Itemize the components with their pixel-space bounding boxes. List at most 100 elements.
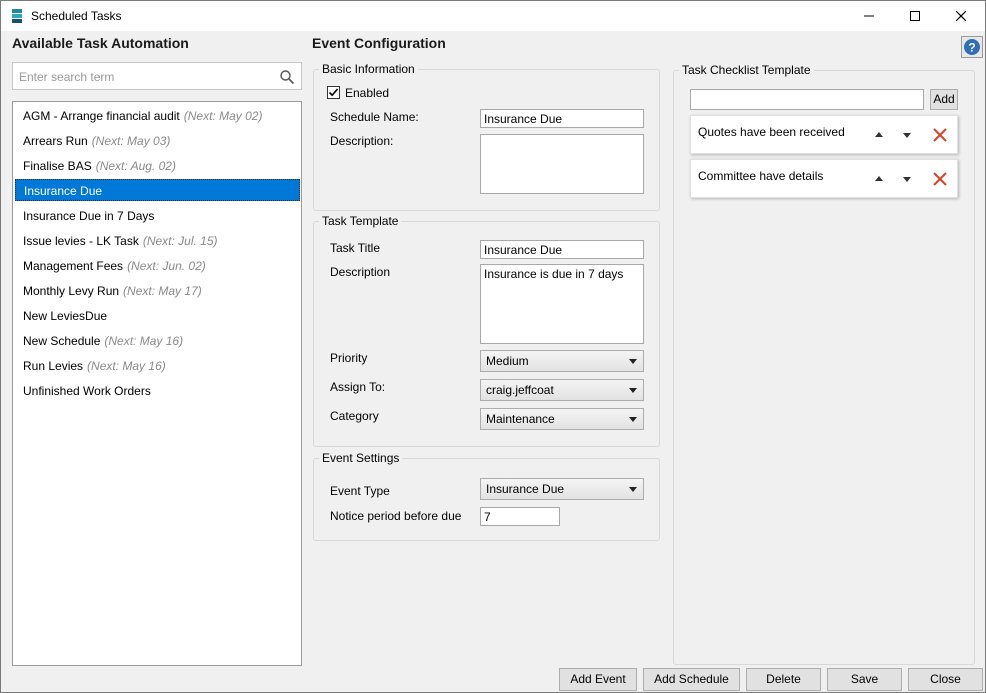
assign-to-value: craig.jeffcoat xyxy=(486,383,554,397)
checklist-item: Committee have details xyxy=(690,159,958,198)
priority-label: Priority xyxy=(330,351,368,365)
priority-select[interactable]: Medium xyxy=(480,350,644,372)
task-template-legend: Task Template xyxy=(319,214,402,228)
checkmark-icon xyxy=(328,88,339,97)
enabled-checkbox[interactable] xyxy=(327,86,340,99)
close-button[interactable]: Close xyxy=(908,668,983,691)
list-item[interactable]: Run Levies (Next: May 16) xyxy=(15,355,300,377)
task-name: AGM - Arrange financial audit xyxy=(23,109,180,123)
list-item[interactable]: Finalise BAS (Next: Aug. 02) xyxy=(15,155,300,177)
task-next-date: (Next: Jul. 15) xyxy=(142,234,218,248)
task-next-date: (Next: May 17) xyxy=(123,284,202,298)
help-icon: ? xyxy=(964,39,980,55)
task-title-label: Task Title xyxy=(330,241,381,255)
task-template-group: Task Template Task Title Insurance Due D… xyxy=(313,214,660,447)
assign-to-label: Assign To: xyxy=(330,380,386,394)
task-name: New LeviesDue xyxy=(23,309,108,323)
chevron-down-icon xyxy=(629,417,637,422)
list-item-selected[interactable]: Insurance Due xyxy=(15,179,300,201)
move-up-icon[interactable] xyxy=(874,175,884,183)
schedule-name-label: Schedule Name: xyxy=(330,110,419,124)
notice-period-field[interactable]: 7 xyxy=(480,507,560,526)
close-window-button[interactable] xyxy=(938,1,984,31)
task-name: Insurance Due in 7 Days xyxy=(23,209,155,223)
list-item[interactable]: Issue levies - LK Task (Next: Jul. 15) xyxy=(15,230,300,252)
search-input[interactable] xyxy=(17,68,272,86)
list-item[interactable]: Arrears Run (Next: May 03) xyxy=(15,130,300,152)
delete-button[interactable]: Delete xyxy=(746,668,821,691)
category-label: Category xyxy=(330,409,379,423)
task-name: Monthly Levy Run xyxy=(23,284,120,298)
checklist-template-legend: Task Checklist Template xyxy=(679,63,814,77)
maximize-icon xyxy=(910,11,920,21)
task-description-field[interactable]: Insurance is due in 7 days xyxy=(480,264,644,344)
basic-information-group: Basic Information Enabled Schedule Name:… xyxy=(313,62,660,211)
category-select[interactable]: Maintenance xyxy=(480,408,644,430)
description-field[interactable] xyxy=(480,134,644,194)
task-next-date: (Next: May 02) xyxy=(183,109,263,123)
task-name: Insurance Due xyxy=(24,184,103,198)
available-tasks-heading: Available Task Automation xyxy=(12,35,189,51)
event-type-label: Event Type xyxy=(330,484,390,498)
task-next-date: (Next: May 16) xyxy=(87,359,166,373)
priority-value: Medium xyxy=(486,354,529,368)
task-name: Unfinished Work Orders xyxy=(23,384,151,398)
minimize-button[interactable] xyxy=(846,1,892,31)
task-list: AGM - Arrange financial audit (Next: May … xyxy=(12,101,302,666)
task-description-label: Description xyxy=(330,265,391,279)
notice-period-label: Notice period before due xyxy=(330,509,462,523)
description-label: Description: xyxy=(330,134,394,148)
category-value: Maintenance xyxy=(486,412,555,426)
checklist-item-input[interactable] xyxy=(690,89,924,110)
task-name: New Schedule xyxy=(23,334,101,348)
event-settings-group: Event Settings Event Type Insurance Due … xyxy=(313,451,660,541)
help-button[interactable]: ? xyxy=(961,36,983,58)
window-title: Scheduled Tasks xyxy=(31,9,122,23)
enabled-label: Enabled xyxy=(345,86,390,100)
event-settings-legend: Event Settings xyxy=(319,451,403,465)
list-item[interactable]: Monthly Levy Run (Next: May 17) xyxy=(15,280,300,302)
assign-to-select[interactable]: craig.jeffcoat xyxy=(480,379,644,401)
scheduled-tasks-window: Scheduled Tasks Available Task Automatio… xyxy=(0,0,986,693)
search-box xyxy=(12,62,302,90)
list-item[interactable]: Unfinished Work Orders xyxy=(15,380,300,402)
task-title-field[interactable]: Insurance Due xyxy=(480,240,644,259)
task-name: Arrears Run xyxy=(23,134,88,148)
close-icon xyxy=(956,11,966,21)
checklist-item: Quotes have been received xyxy=(690,115,958,154)
save-button[interactable]: Save xyxy=(827,668,902,691)
move-down-icon[interactable] xyxy=(902,175,912,183)
task-next-date: (Next: Jun. 02) xyxy=(127,259,206,273)
delete-icon[interactable] xyxy=(932,127,948,143)
task-name: Management Fees xyxy=(23,259,124,273)
event-configuration-heading: Event Configuration xyxy=(312,35,446,51)
add-event-button[interactable]: Add Event xyxy=(559,668,637,691)
task-name: Issue levies - LK Task xyxy=(23,234,139,248)
task-next-date: (Next: May 03) xyxy=(91,134,171,148)
minimize-icon xyxy=(864,15,874,17)
schedule-name-field[interactable]: Insurance Due xyxy=(480,109,644,128)
search-icon[interactable] xyxy=(279,69,295,85)
list-item[interactable]: Management Fees (Next: Jun. 02) xyxy=(15,255,300,277)
add-schedule-button[interactable]: Add Schedule xyxy=(643,668,740,691)
maximize-button[interactable] xyxy=(892,1,938,31)
task-name: Finalise BAS xyxy=(23,159,92,173)
task-next-date: (Next: May 16) xyxy=(104,334,184,348)
chevron-down-icon xyxy=(629,388,637,393)
event-type-value: Insurance Due xyxy=(486,482,565,496)
list-item[interactable]: New LeviesDue xyxy=(15,305,300,327)
app-icon xyxy=(12,9,22,23)
list-item[interactable]: New Schedule (Next: May 16) xyxy=(15,330,300,352)
list-item[interactable]: Insurance Due in 7 Days xyxy=(15,205,300,227)
task-next-date: (Next: Aug. 02) xyxy=(95,159,176,173)
list-item[interactable]: AGM - Arrange financial audit (Next: May … xyxy=(15,105,300,127)
task-name: Run Levies xyxy=(23,359,84,373)
move-down-icon[interactable] xyxy=(902,131,912,139)
delete-icon[interactable] xyxy=(932,171,948,187)
move-up-icon[interactable] xyxy=(874,131,884,139)
chevron-down-icon xyxy=(629,487,637,492)
title-bar: Scheduled Tasks xyxy=(1,1,985,31)
add-checklist-item-button[interactable]: Add xyxy=(930,89,958,110)
chevron-down-icon xyxy=(629,359,637,364)
event-type-select[interactable]: Insurance Due xyxy=(480,478,644,500)
